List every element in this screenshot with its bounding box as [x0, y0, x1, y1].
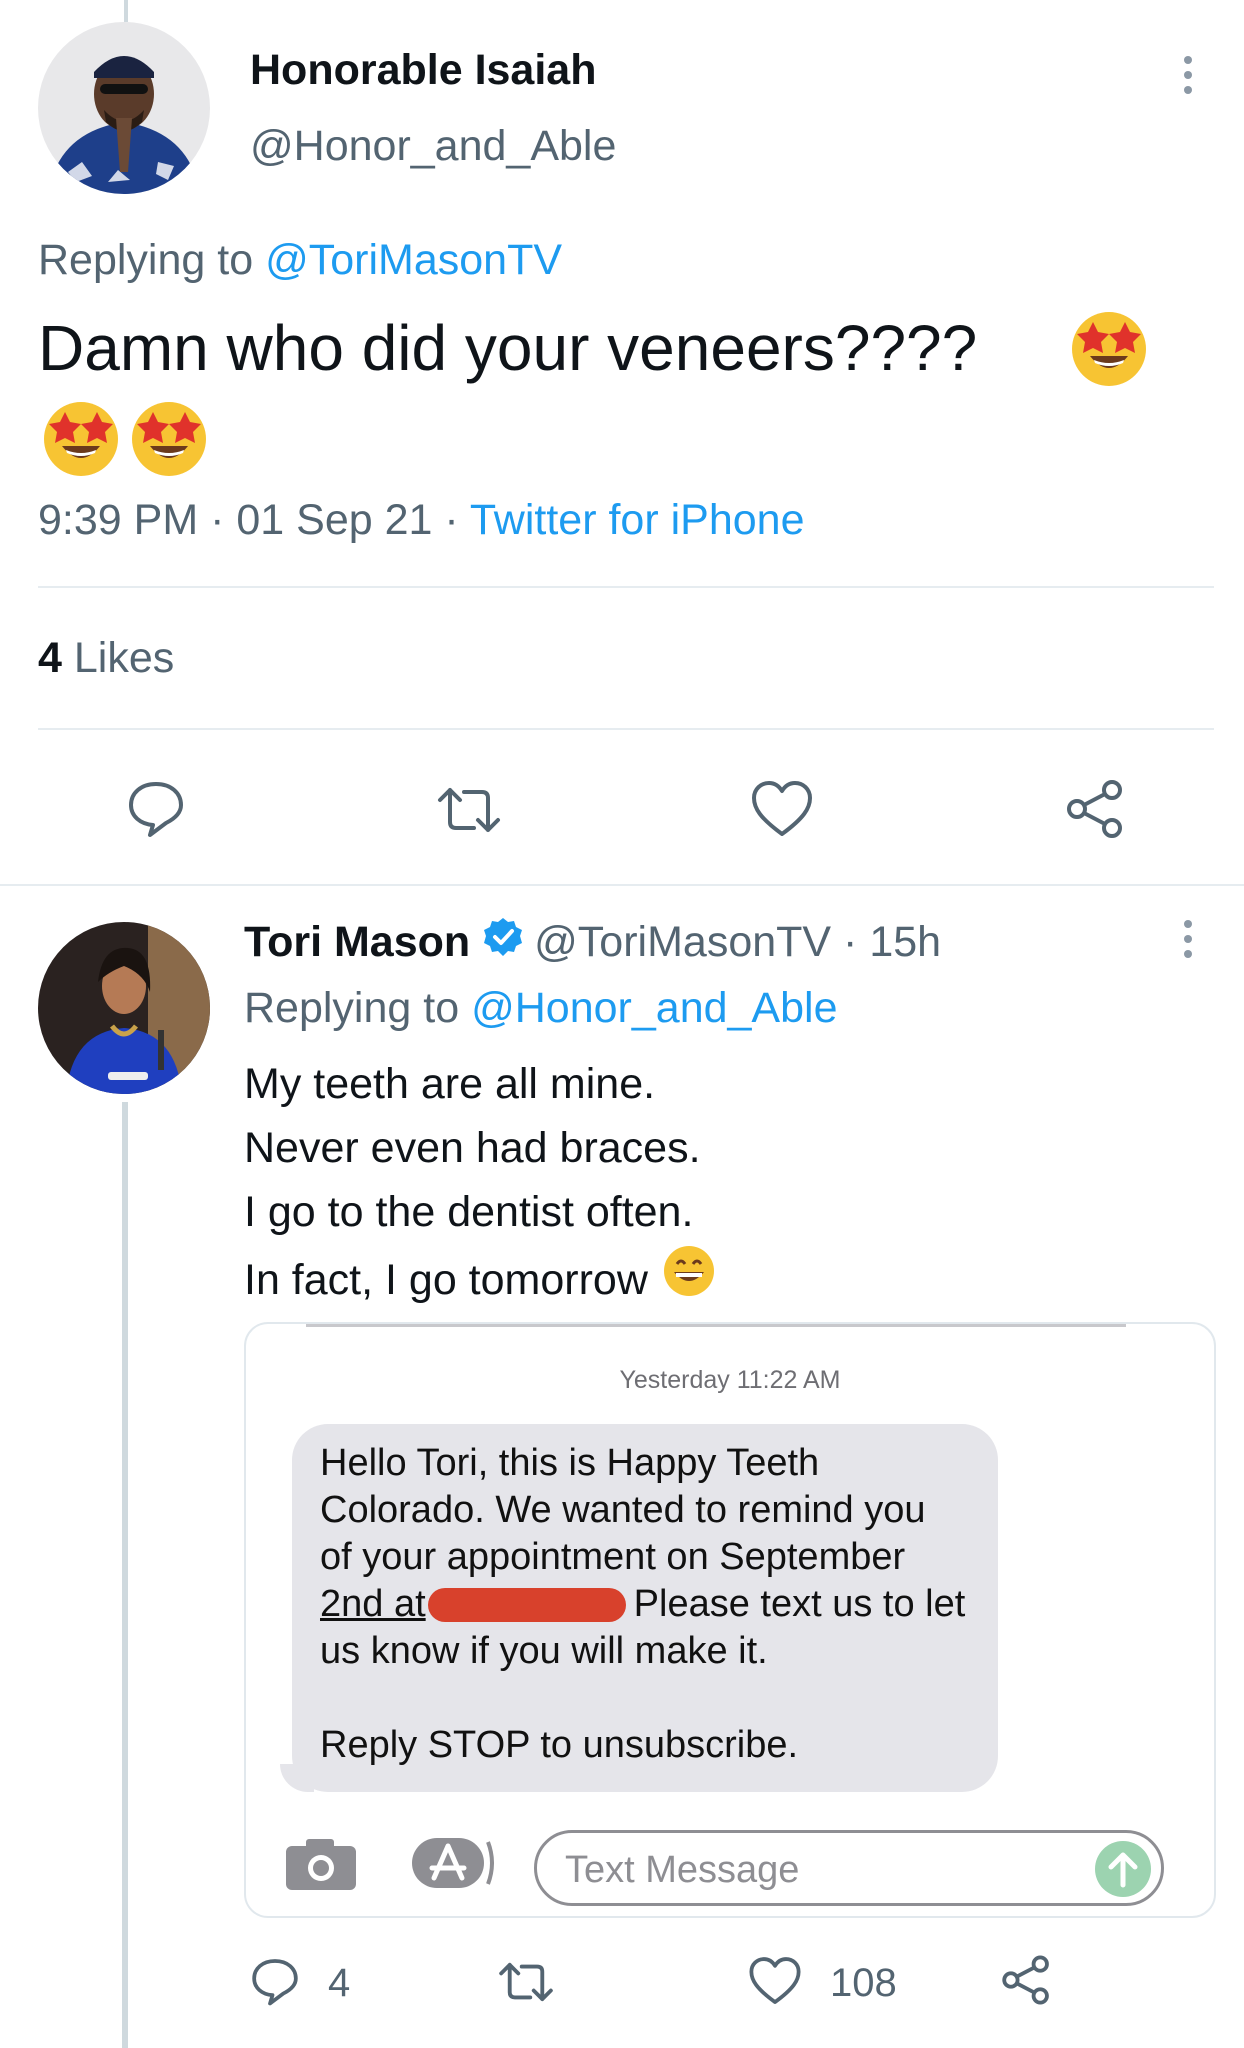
likes-label: Likes [73, 634, 175, 682]
tweet-text: Damn who did your veneers???? [38, 306, 1188, 390]
attached-image[interactable]: Yesterday 11:22 AM Hello Tori, this is H… [244, 1322, 1216, 1918]
share-icon[interactable] [1064, 778, 1126, 845]
message-line: of your appointment on September [320, 1536, 906, 1578]
tweet-text-body: Damn who did your veneers???? [38, 312, 978, 384]
avatar[interactable] [38, 922, 210, 1094]
reply-button[interactable]: 4 [250, 1956, 350, 2011]
input-placeholder: Text Message [565, 1849, 800, 1891]
separator: · [831, 918, 870, 966]
message-timestamp: Yesterday 11:22 AM [619, 1366, 841, 1394]
image-top-edge [306, 1324, 1126, 1327]
text-message-input: Text Message [534, 1830, 1164, 1906]
divider [38, 728, 1214, 730]
more-options-icon[interactable] [1183, 56, 1193, 94]
replying-to-link[interactable]: @ToriMasonTV [265, 236, 562, 284]
replying-to-link[interactable]: @Honor_and_Able [471, 984, 837, 1032]
star-struck-emoji [40, 396, 122, 483]
send-arrow-icon [1093, 1839, 1153, 1904]
message-line: us know if you will make it. [320, 1630, 768, 1672]
reply-line: I go to the dentist often. [244, 1188, 694, 1236]
replying-prefix: Replying to [244, 984, 460, 1032]
camera-icon [284, 1836, 358, 1897]
message-line: Colorado. We wanted to remind you [320, 1489, 926, 1531]
likes-count[interactable]: 4 Likes [38, 634, 174, 683]
redaction-mark [427, 1587, 626, 1622]
retweet-icon[interactable] [434, 782, 504, 843]
app-store-icon [410, 1832, 494, 1899]
replying-prefix: Replying to [38, 236, 254, 284]
thread-line [122, 1102, 128, 2048]
like-icon [748, 1956, 802, 2011]
tweet-age[interactable]: 15h [869, 918, 941, 967]
like-icon[interactable] [750, 780, 814, 843]
verified-badge-icon [482, 916, 524, 969]
message-line: 2nd at Please text us to let [320, 1581, 970, 1628]
replying-to: Replying to @Honor_and_Able [244, 984, 838, 1033]
retweet-icon[interactable] [496, 1958, 556, 2011]
grinning-emoji [662, 1244, 716, 1316]
handle[interactable]: @ToriMasonTV [534, 918, 831, 967]
more-options-icon[interactable] [1183, 920, 1193, 958]
message-line: Hello Tori, this is Happy Teeth [320, 1442, 820, 1484]
bubble-tail [280, 1764, 314, 1792]
replying-to: Replying to @ToriMasonTV [38, 236, 562, 285]
reply-icon[interactable] [126, 778, 186, 843]
divider [0, 884, 1244, 886]
reply-header: Tori Mason @ToriMasonTV · 15h [244, 916, 941, 969]
reply-text: My teeth are all mine. Never even had br… [244, 1052, 716, 1316]
star-struck-emoji [128, 396, 210, 483]
tweet-client[interactable]: Twitter for iPhone [470, 496, 805, 544]
reply-line: My teeth are all mine. [244, 1060, 656, 1108]
reply-count: 4 [328, 1961, 351, 2005]
display-name[interactable]: Honorable Isaiah [250, 46, 596, 95]
share-icon[interactable] [1000, 1954, 1052, 2011]
message-line: Reply STOP to unsubscribe. [320, 1724, 799, 1766]
date-link: 2nd at [320, 1583, 426, 1625]
like-button[interactable]: 108 [748, 1956, 897, 2011]
reply-icon [250, 1956, 300, 2011]
reply-line: In fact, I go tomorrow [244, 1256, 648, 1304]
handle[interactable]: @Honor_and_Able [250, 122, 616, 171]
reply-line: Never even had braces. [244, 1124, 701, 1172]
avatar[interactable] [38, 22, 210, 194]
display-name[interactable]: Tori Mason [244, 918, 470, 967]
star-struck-emoji [1068, 306, 1150, 393]
tweet-date[interactable]: 01 Sep 21 [236, 496, 432, 544]
message-bubble: Hello Tori, this is Happy Teeth Colorado… [292, 1424, 998, 1792]
divider [38, 586, 1214, 588]
like-count: 108 [830, 1961, 897, 2005]
likes-number: 4 [38, 634, 62, 682]
thread-line [124, 0, 128, 22]
tweet-time[interactable]: 9:39 PM [38, 496, 198, 544]
tweet-meta: 9:39 PM · 01 Sep 21 · Twitter for iPhone [38, 496, 805, 544]
